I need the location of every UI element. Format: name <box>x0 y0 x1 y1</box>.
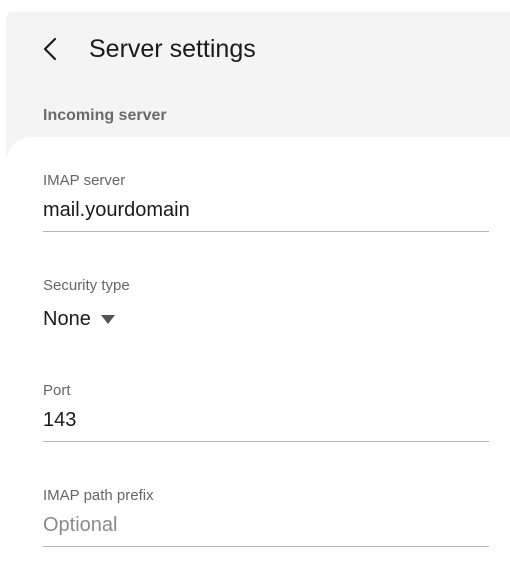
port-label: Port <box>43 382 71 399</box>
imap-server-field: IMAP server <box>43 172 489 232</box>
security-type-field: Security type None <box>43 277 489 331</box>
security-type-label: Security type <box>43 277 130 294</box>
back-button[interactable] <box>36 34 64 64</box>
page-title: Server settings <box>89 35 256 63</box>
security-type-dropdown[interactable]: None <box>43 307 115 331</box>
imap-path-prefix-label: IMAP path prefix <box>43 487 154 504</box>
imap-path-prefix-field: IMAP path prefix <box>43 487 489 547</box>
imap-path-prefix-input[interactable] <box>43 513 489 537</box>
port-underline <box>43 441 489 442</box>
imap-server-label: IMAP server <box>43 172 126 189</box>
port-input[interactable] <box>43 408 489 432</box>
imap-path-prefix-underline <box>43 546 489 547</box>
caret-down-icon <box>100 314 115 324</box>
port-field: Port <box>43 382 489 442</box>
chevron-left-icon <box>43 37 57 61</box>
server-settings-screen: Server settings Incoming server IMAP ser… <box>0 0 510 585</box>
imap-server-input[interactable] <box>43 198 489 222</box>
section-header-incoming-server: Incoming server <box>43 107 167 124</box>
imap-server-underline <box>43 231 489 232</box>
security-type-value: None <box>43 308 91 330</box>
app-bar: Server settings <box>6 12 510 88</box>
